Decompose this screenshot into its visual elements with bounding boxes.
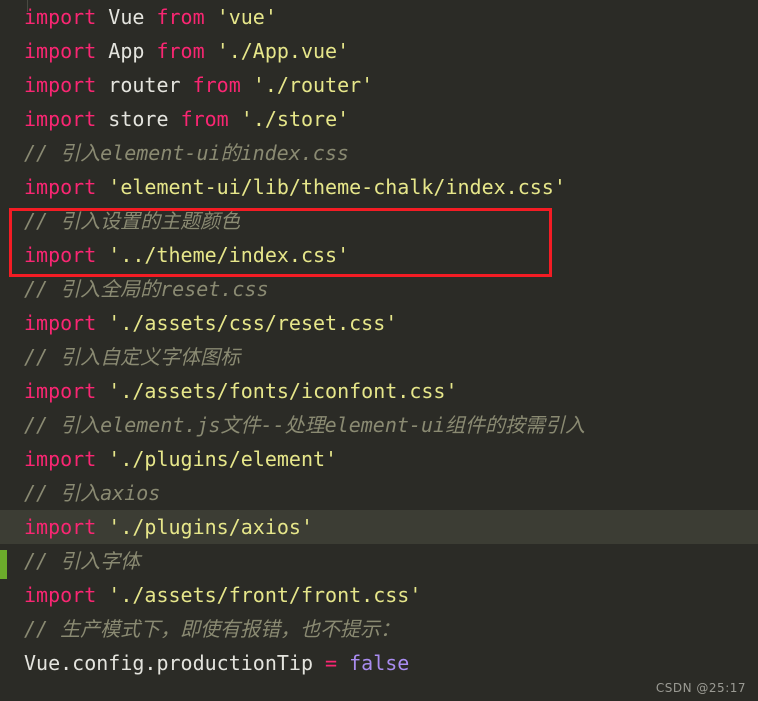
code-token-str: './plugins/axios' <box>108 515 313 539</box>
code-line[interactable]: // 引入element.js文件--处理element-ui组件的按需引入 <box>0 408 758 442</box>
csdn-watermark: CSDN @25:17 <box>655 681 746 695</box>
code-content[interactable]: import Vue from 'vue' import App from './… <box>0 0 758 680</box>
code-line[interactable]: Vue.config.productionTip = false <box>0 646 758 680</box>
code-line[interactable]: // 引入字体 <box>0 544 758 578</box>
code-token-kw: import <box>24 73 97 97</box>
code-token-cmt: // 引入element-ui的index.css <box>24 141 349 165</box>
code-line[interactable]: // 引入设置的主题颜色 <box>0 204 758 238</box>
code-line[interactable]: import './assets/css/reset.css' <box>0 306 758 340</box>
code-token-kw: import <box>24 379 97 403</box>
code-token-kw: from <box>192 73 241 97</box>
code-token-ident: Vue <box>108 5 145 29</box>
code-line[interactable]: import router from './router' <box>0 68 758 102</box>
code-token-ident: App <box>108 39 145 63</box>
code-editor-viewport[interactable]: import Vue from 'vue' import App from './… <box>0 0 758 701</box>
code-token-cmt: // 引入element.js文件--处理element-ui组件的按需引入 <box>24 413 586 437</box>
code-token-kw: import <box>24 175 97 199</box>
code-line[interactable]: import './plugins/axios' <box>0 510 758 544</box>
code-token-cmt: // 引入设置的主题颜色 <box>24 209 241 233</box>
code-token-cmt: // 引入字体 <box>24 549 141 573</box>
code-token-kw: import <box>24 5 97 29</box>
code-token-kw: from <box>180 107 229 131</box>
code-token-kw: import <box>24 311 97 335</box>
code-line[interactable]: import store from './store' <box>0 102 758 136</box>
code-line[interactable]: // 引入axios <box>0 476 758 510</box>
code-token-kw: import <box>24 583 97 607</box>
code-token-str: './assets/css/reset.css' <box>108 311 398 335</box>
code-token-cmt: // 引入全局的reset.css <box>24 277 269 301</box>
code-token-kw: import <box>24 447 97 471</box>
code-line[interactable]: import './assets/front/front.css' <box>0 578 758 612</box>
code-line[interactable]: // 生产模式下，即使有报错，也不提示： <box>0 612 758 646</box>
code-line[interactable]: import 'element-ui/lib/theme-chalk/index… <box>0 170 758 204</box>
code-token-str: '../theme/index.css' <box>108 243 350 267</box>
code-token-kw: from <box>156 5 205 29</box>
code-token-cmt: // 引入axios <box>24 481 161 505</box>
code-token-ident: router <box>108 73 181 97</box>
code-token-str: './router' <box>252 73 374 97</box>
code-line[interactable]: // 引入自定义字体图标 <box>0 340 758 374</box>
code-token-str: 'element-ui/lib/theme-chalk/index.css' <box>108 175 566 199</box>
code-token-kw: import <box>24 515 97 539</box>
code-line[interactable]: import App from './App.vue' <box>0 34 758 68</box>
code-line[interactable]: import '../theme/index.css' <box>0 238 758 272</box>
code-line[interactable]: // 引入element-ui的index.css <box>0 136 758 170</box>
code-line[interactable]: import './assets/fonts/iconfont.css' <box>0 374 758 408</box>
code-token-const: false <box>349 651 410 675</box>
code-token-str: './store' <box>240 107 350 131</box>
code-token-cmt: // 生产模式下，即使有报错，也不提示： <box>24 617 401 641</box>
code-token-kw: import <box>24 107 97 131</box>
code-token-op: = <box>325 651 338 675</box>
code-token-ident: Vue.config.productionTip <box>24 651 313 675</box>
code-token-kw: from <box>156 39 205 63</box>
code-token-ident: store <box>108 107 169 131</box>
code-token-kw: import <box>24 39 97 63</box>
code-line[interactable]: import Vue from 'vue' <box>0 0 758 34</box>
code-line[interactable]: // 引入全局的reset.css <box>0 272 758 306</box>
code-token-str: './plugins/element' <box>108 447 338 471</box>
code-token-cmt: // 引入自定义字体图标 <box>24 345 241 369</box>
code-token-kw: import <box>24 243 97 267</box>
code-token-str: './assets/fonts/iconfont.css' <box>108 379 458 403</box>
code-line[interactable]: import './plugins/element' <box>0 442 758 476</box>
code-token-str: './App.vue' <box>216 39 350 63</box>
code-token-str: './assets/front/front.css' <box>108 583 422 607</box>
code-token-str: 'vue' <box>216 5 277 29</box>
